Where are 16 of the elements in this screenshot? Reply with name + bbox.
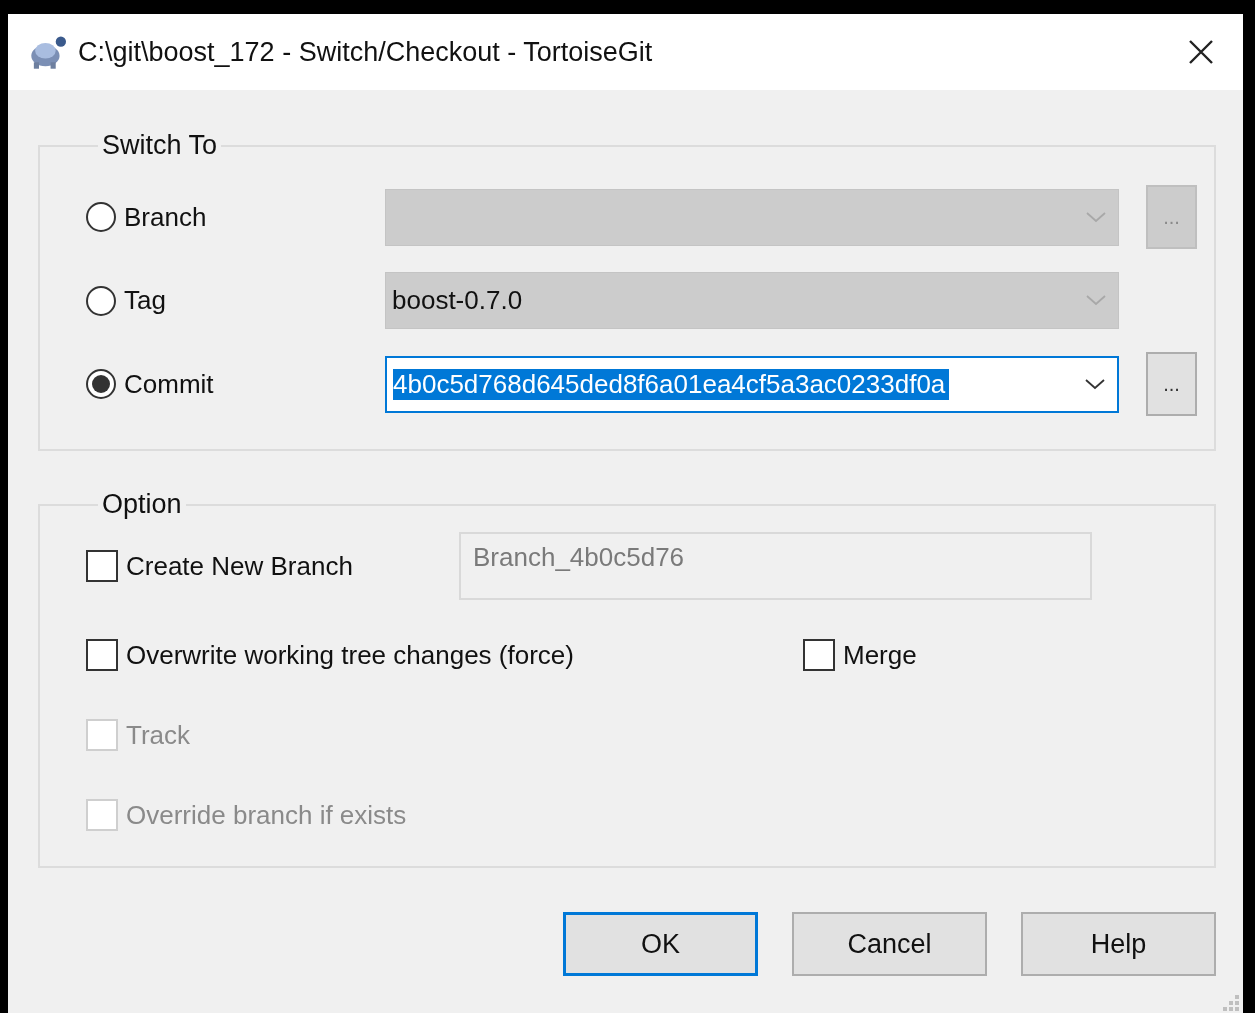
checkbox-label: Track <box>126 719 191 751</box>
radio-label: Tag <box>124 285 166 316</box>
checkbox-label: Override branch if exists <box>126 799 407 831</box>
checkbox-label: Overwrite working tree changes (force) <box>126 639 574 671</box>
browse-button[interactable]: ... <box>1146 352 1197 416</box>
radio-label: Branch <box>124 201 207 233</box>
dialog-button[interactable]: Cancel <box>792 912 987 976</box>
dialog-button[interactable]: Help <box>1021 912 1216 976</box>
window-title: C:\git\boost_172 - Switch/Checkout - TortoiseGit <box>78 36 653 68</box>
group-title: Switch To <box>101 130 219 161</box>
group-title: Option <box>101 489 183 520</box>
dropdown[interactable]: 4b0c5d768d645ded8f6a01ea4cf5a3ac0233df0a <box>385 355 1119 413</box>
radio-label: Commit <box>124 368 214 400</box>
checkbox-label: Merge <box>843 639 917 671</box>
checkbox-label: Create New Branch <box>126 550 353 582</box>
dialog-button[interactable]: OK <box>563 912 758 976</box>
